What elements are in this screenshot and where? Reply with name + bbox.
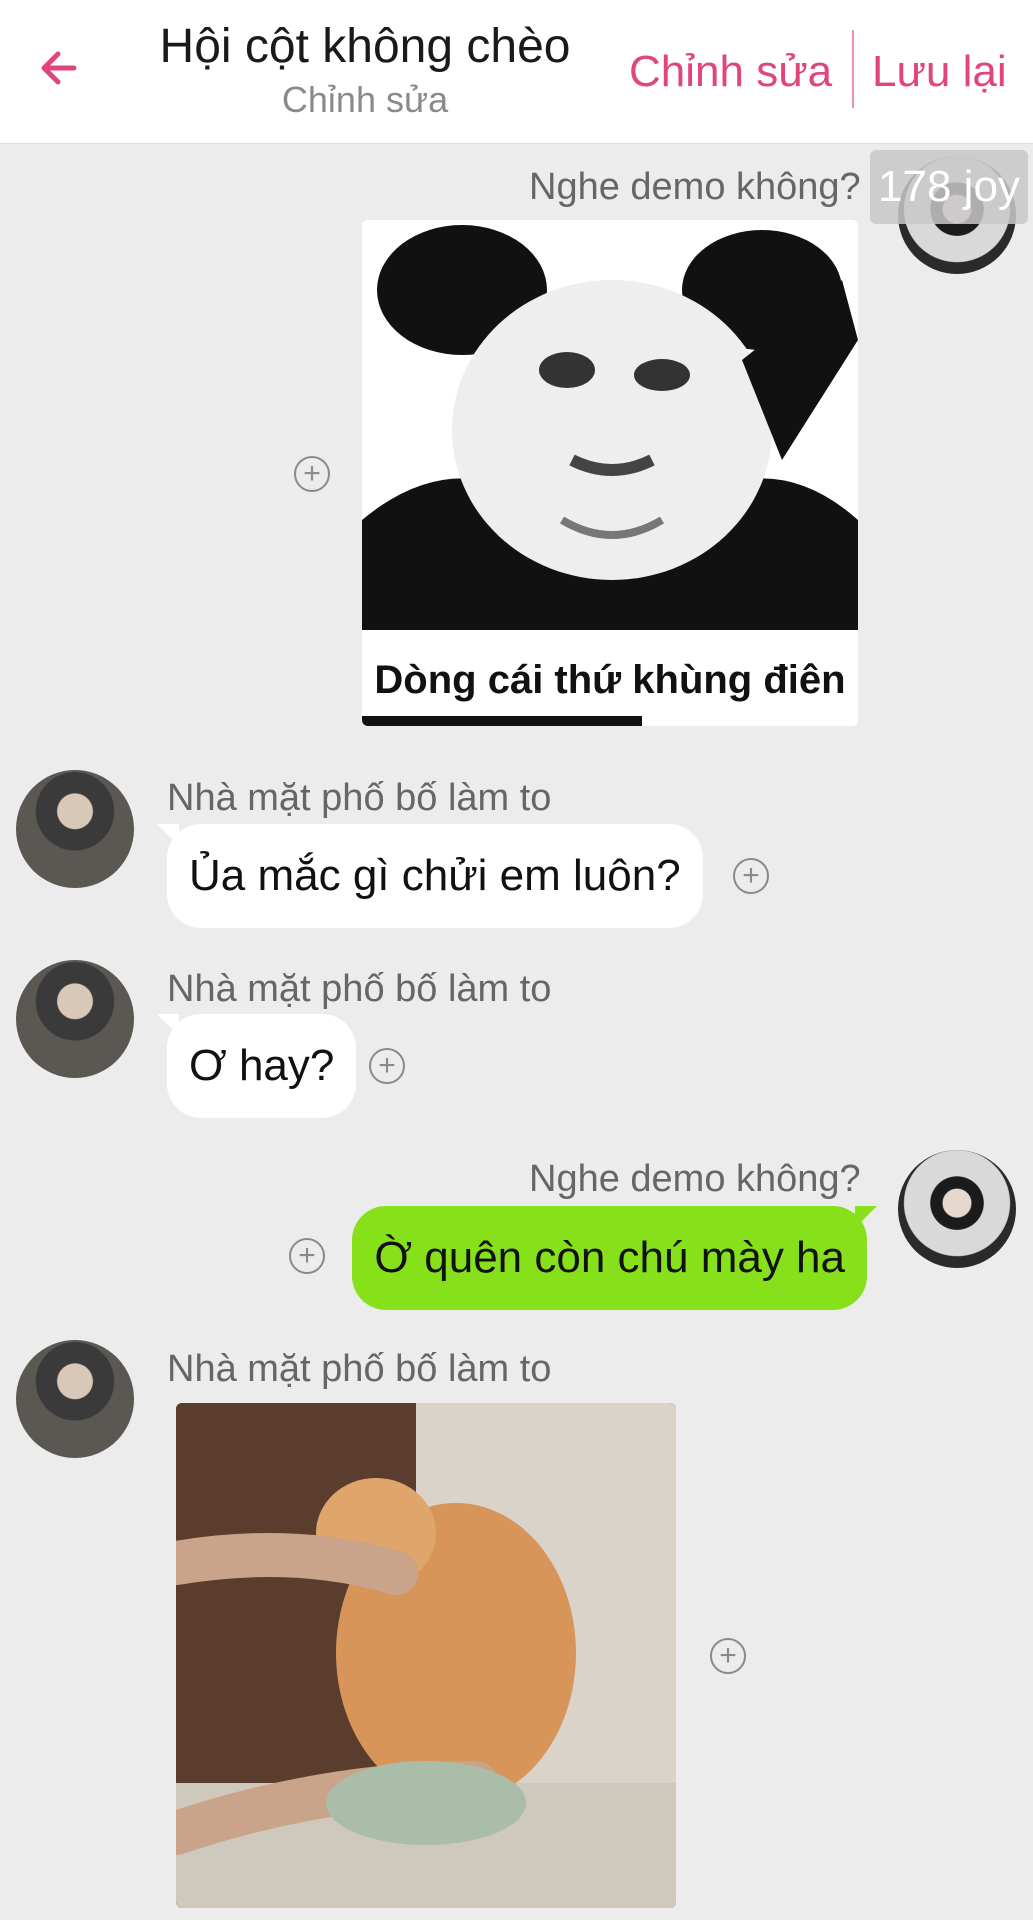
sticker-image[interactable]: Dòng cái thứ khùng điên [362, 220, 858, 726]
message-bubble[interactable]: Ủa mắc gì chửi em luôn? [157, 824, 703, 928]
add-reaction-icon[interactable]: + [369, 1048, 405, 1084]
save-button[interactable]: Lưu lại [872, 44, 1007, 100]
sticker-caption: Dòng cái thứ khùng điên [374, 658, 846, 702]
message-bubble[interactable]: Ờ quên còn chú mày ha [352, 1206, 877, 1310]
message-bubble[interactable]: Ơ hay? [156, 1014, 357, 1118]
sender-name: Nghe demo không? [529, 166, 861, 208]
add-reaction-icon[interactable]: + [733, 858, 769, 894]
add-reaction-icon[interactable]: + [710, 1638, 746, 1674]
sender-name: Nhà mặt phố bố làm to [167, 777, 552, 819]
sender-name: Nhà mặt phố bố làm to [167, 1348, 552, 1390]
avatar[interactable] [16, 770, 134, 888]
avatar[interactable] [898, 1150, 1016, 1268]
chat-header: Hội cột không chèo Chỉnh sửa Chỉnh sửa L… [0, 0, 1033, 144]
chat-subtitle: Chỉnh sửa [281, 79, 449, 120]
avatar[interactable] [16, 1340, 134, 1458]
arrow-left-icon [41, 51, 77, 85]
title-block: Hội cột không chèo Chỉnh sửa [120, 18, 610, 122]
back-button[interactable] [30, 40, 86, 96]
add-reaction-icon[interactable]: + [294, 456, 330, 492]
sender-name: Nhà mặt phố bố làm to [167, 968, 552, 1010]
chat-title: Hội cột không chèo [159, 20, 571, 73]
sender-name: Nghe demo không? [529, 1158, 861, 1200]
count-badge: 178 joy [870, 150, 1028, 224]
cat-photo-graphic [176, 1403, 676, 1908]
header-divider [852, 30, 854, 108]
panda-meme-graphic [362, 220, 858, 726]
add-reaction-icon[interactable]: + [289, 1238, 325, 1274]
photo-message[interactable] [176, 1403, 676, 1908]
avatar[interactable] [16, 960, 134, 1078]
edit-button[interactable]: Chỉnh sửa [629, 44, 832, 100]
